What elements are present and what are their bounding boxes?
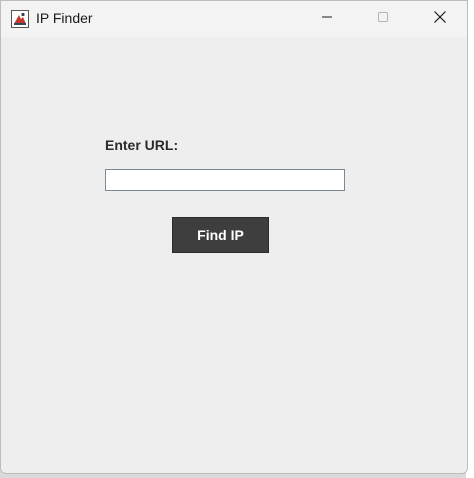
close-icon [433,10,447,29]
minimize-button[interactable] [304,1,350,37]
title-bar[interactable]: IP Finder [1,1,467,37]
url-label: Enter URL: [105,137,179,153]
url-input[interactable] [105,169,345,191]
close-button[interactable] [417,1,463,37]
maximize-icon [377,10,389,28]
window-content: Enter URL: Find IP [1,37,467,473]
maximize-button[interactable] [360,1,406,37]
find-ip-button[interactable]: Find IP [172,217,269,253]
java-app-icon [11,10,29,28]
app-window: IP Finder Enter URL: Find IP [0,0,468,474]
minimize-icon [321,10,333,28]
window-title: IP Finder [36,10,93,26]
